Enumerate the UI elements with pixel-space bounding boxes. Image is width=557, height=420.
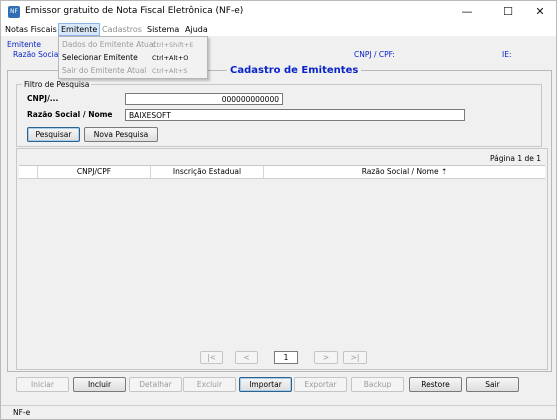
main-window: NF Emissor gratuito de Nota Fiscal Eletr… — [0, 0, 557, 420]
prev-page-button[interactable]: < — [235, 351, 258, 364]
exportar-button[interactable]: Exportar — [294, 377, 347, 392]
column-header-cnpj[interactable]: CNPJ/CPF — [38, 166, 151, 178]
last-page-button[interactable]: >| — [343, 351, 367, 364]
grid-header-selector — [19, 166, 38, 178]
filter-legend: Filtro de Pesquisa — [22, 80, 92, 89]
minimize-icon[interactable]: — — [450, 1, 484, 23]
restore-button[interactable]: Restore — [409, 377, 462, 392]
excluir-button[interactable]: Excluir — [183, 377, 236, 392]
incluir-button[interactable]: Incluir — [73, 377, 126, 392]
emitente-section-label: Emitente — [7, 40, 41, 49]
results-grid[interactable]: CNPJ/CPF Inscrição Estadual Razão Social… — [19, 165, 545, 314]
importar-button[interactable]: Importar — [239, 377, 292, 392]
menu-item-sair-emitente[interactable]: Sair do Emitente Atual Ctrl+Alt+S — [59, 65, 207, 77]
cnpj-filter-label: CNPJ/... — [27, 94, 59, 103]
nova-pesquisa-button[interactable]: Nova Pesquisa — [84, 127, 158, 142]
first-page-button[interactable]: |< — [200, 351, 223, 364]
iniciar-button[interactable]: Iniciar — [16, 377, 69, 392]
menu-item-dados-emitente[interactable]: Dados do Emitente Atual Ctrl+Shift+E — [59, 39, 207, 51]
filter-group: Filtro de Pesquisa CNPJ/... Razão Social… — [16, 80, 542, 147]
emitente-dropdown-menu: Dados do Emitente Atual Ctrl+Shift+E Sel… — [58, 36, 208, 79]
cadastro-emitentes-panel: Cadastro de Emitentes Filtro de Pesquisa… — [7, 65, 552, 372]
column-header-razao-social[interactable]: Razão Social / Nome ⇡ — [264, 166, 545, 178]
app-icon: NF — [8, 6, 20, 18]
menu-emitente[interactable]: Emitente — [58, 23, 101, 36]
sair-button[interactable]: Sair — [466, 377, 519, 392]
next-page-button[interactable]: > — [314, 351, 338, 364]
column-header-ie[interactable]: Inscrição Estadual — [151, 166, 264, 178]
backup-button[interactable]: Backup — [351, 377, 404, 392]
razao-social-filter-input[interactable] — [125, 109, 465, 121]
pesquisar-button[interactable]: Pesquisar — [27, 127, 80, 142]
cnpj-filter-input[interactable] — [125, 93, 283, 105]
menu-bar: Notas Fiscais Emitente Cadastros Sistema… — [1, 23, 556, 36]
page-number[interactable]: 1 — [274, 351, 298, 364]
status-bar: NF-e — [1, 405, 556, 419]
window-title: Emissor gratuito de Nota Fiscal Eletrôni… — [25, 6, 244, 16]
grid-header: CNPJ/CPF Inscrição Estadual Razão Social… — [19, 166, 545, 179]
results-group: Página 1 de 1 CNPJ/CPF Inscrição Estadua… — [16, 148, 548, 370]
maximize-icon[interactable]: ☐ — [491, 1, 525, 23]
title-bar[interactable]: NF Emissor gratuito de Nota Fiscal Eletr… — [1, 1, 556, 23]
cnpj-cpf-label: CNPJ / CPF: — [354, 50, 395, 59]
close-icon[interactable]: ✕ — [523, 1, 556, 23]
menu-ajuda[interactable]: Ajuda — [183, 24, 210, 35]
menu-item-selecionar-emitente[interactable]: Selecionar Emitente Ctrl+Alt+O — [59, 52, 207, 64]
razao-social-label: Razão Social — [13, 50, 61, 59]
menu-sistema[interactable]: Sistema — [145, 24, 181, 35]
page-info: Página 1 de 1 — [489, 154, 541, 163]
status-text: NF-e — [13, 408, 31, 417]
menu-cadastros[interactable]: Cadastros — [100, 24, 144, 35]
detalhar-button[interactable]: Detalhar — [129, 377, 182, 392]
ie-label: IE: — [502, 50, 512, 59]
panel-title: Cadastro de Emitentes — [227, 65, 362, 76]
razao-social-filter-label: Razão Social / Nome — [27, 110, 113, 119]
menu-notas-fiscais[interactable]: Notas Fiscais — [3, 24, 59, 35]
